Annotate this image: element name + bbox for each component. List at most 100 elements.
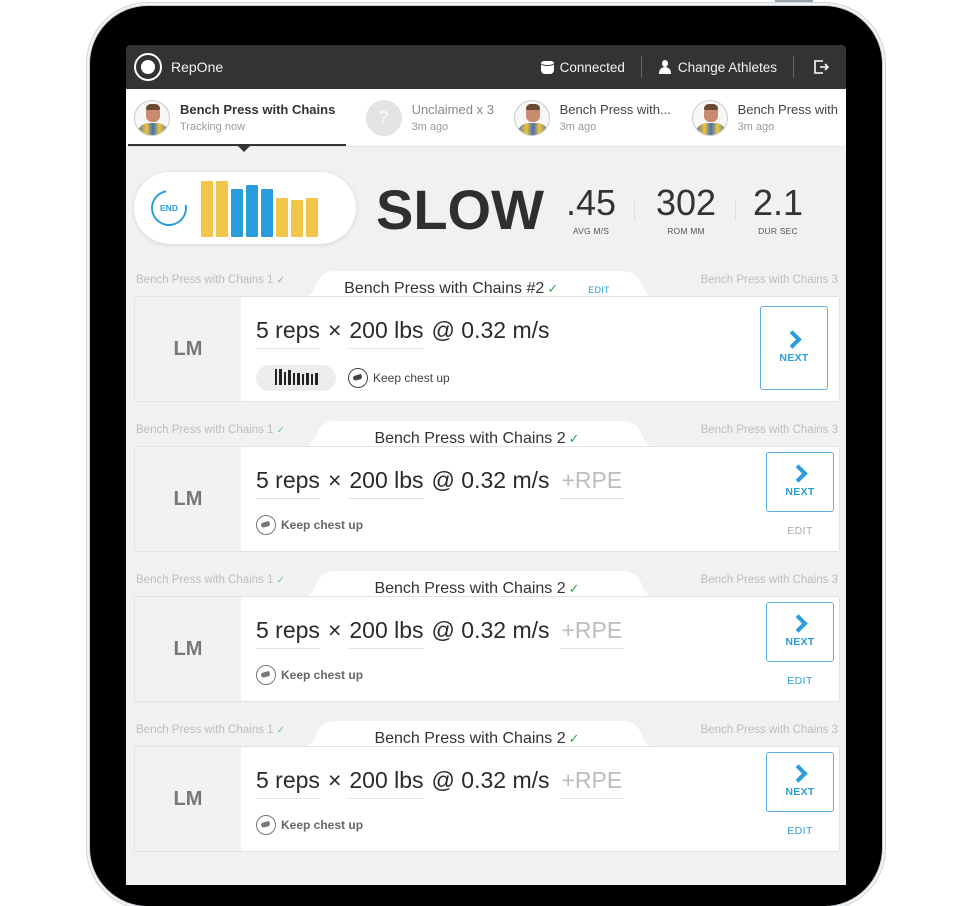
cue-whistle-icon — [256, 665, 276, 685]
cue-text: Keep chest up — [281, 818, 364, 832]
tab-title: Bench Press with Chains — [180, 102, 336, 117]
next-set-button[interactable]: NEXT — [760, 306, 828, 390]
divider — [634, 199, 635, 221]
logout-icon — [814, 60, 830, 74]
rpe-field[interactable]: +RPE — [559, 767, 625, 799]
cue-text: Keep chest up — [373, 371, 450, 385]
sensor-icon — [540, 60, 554, 74]
chevron-right-icon — [788, 463, 808, 483]
athlete-tab[interactable]: Bench Press with 3m ago — [676, 89, 846, 146]
mini-rep-bar — [279, 369, 282, 385]
set-prescription: 5 reps × 200 lbs @ 0.32 m/s — [256, 317, 550, 349]
edit-set-link[interactable]: EDIT — [766, 675, 834, 687]
cue-text: Keep chest up — [281, 518, 364, 532]
velocity-target: @ 0.32 m/s — [431, 617, 550, 643]
check-icon: ✓ — [568, 431, 580, 446]
set-block: Bench Press with Chains 1 ✓ Bench Press … — [134, 421, 840, 565]
app-name: RepOne — [171, 59, 224, 75]
stat-value: 302 — [655, 182, 717, 223]
previous-set-link[interactable]: Bench Press with Chains 1 ✓ — [136, 574, 285, 586]
rep-bar — [276, 198, 288, 237]
rep-summary: END SLOW .45 AVG M/S 302 ROM MM 2.1 DUR … — [126, 147, 846, 271]
mini-rep-bar — [292, 373, 295, 385]
divider — [735, 199, 736, 221]
athlete-tab[interactable]: ? Unclaimed x 3 3m ago — [346, 89, 496, 146]
next-set-link[interactable]: Bench Press with Chains 3 — [701, 274, 838, 286]
change-athletes-label: Change Athletes — [677, 59, 777, 75]
set-card: LM 5 reps × 200 lbs @ 0.32 m/s +RPE Keep… — [134, 596, 840, 702]
app-logo: RepOne — [134, 53, 223, 81]
coaching-cue[interactable]: Keep chest up — [256, 665, 363, 685]
athlete-tab[interactable]: Bench Press with Chains Tracking now — [126, 89, 346, 152]
rpe-field[interactable]: +RPE — [559, 617, 625, 649]
coaching-cue[interactable]: Keep chest up — [348, 368, 450, 388]
mini-rep-bar — [288, 370, 291, 385]
previous-set-link[interactable]: Bench Press with Chains 1 ✓ — [136, 274, 285, 286]
times-symbol: × — [327, 767, 342, 793]
coaching-cue[interactable]: Keep chest up — [256, 815, 363, 835]
logout-button[interactable] — [794, 58, 838, 76]
athlete-tabs: Bench Press with Chains Tracking now ? U… — [126, 89, 846, 152]
weight-field[interactable]: 200 lbs — [349, 317, 424, 349]
edit-set-link[interactable]: EDIT — [766, 525, 834, 537]
mini-rep-bar — [297, 373, 300, 385]
times-symbol: × — [327, 617, 342, 643]
weight-field[interactable]: 200 lbs — [349, 617, 424, 649]
edit-set-link[interactable]: EDIT — [766, 825, 834, 837]
velocity-target: @ 0.32 m/s — [431, 317, 550, 343]
connection-status[interactable]: Connected — [525, 60, 641, 75]
next-set-button[interactable]: NEXT — [766, 602, 834, 662]
next-set-link[interactable]: Bench Press with Chains 3 — [701, 424, 838, 436]
cue-whistle-icon — [256, 515, 276, 535]
cue-row: Keep chest up — [256, 815, 363, 835]
check-icon: ✓ — [568, 581, 580, 596]
weight-field[interactable]: 200 lbs — [349, 767, 424, 799]
app-screen: RepOne Connected Change Athletes Bench P… — [126, 45, 846, 885]
reps-field[interactable]: 5 reps — [256, 617, 320, 649]
chevron-right-icon — [782, 329, 802, 349]
device-power-button — [775, 0, 813, 3]
mini-rep-bar — [306, 373, 309, 385]
next-set-link[interactable]: Bench Press with Chains 3 — [701, 574, 838, 586]
cue-row: Keep chest up — [256, 665, 363, 685]
rep-velocity-bars — [201, 181, 321, 237]
end-label: END — [160, 203, 178, 213]
next-set-button[interactable]: NEXT — [766, 452, 834, 512]
previous-set-link[interactable]: Bench Press with Chains 1 ✓ — [136, 424, 285, 436]
athlete-initials: LM — [135, 747, 241, 851]
cue-row: Keep chest up — [256, 515, 363, 535]
mini-rep-bar — [310, 374, 313, 385]
user-icon — [658, 60, 672, 74]
athlete-tab[interactable]: Bench Press with... 3m ago — [496, 89, 676, 146]
rep-bar — [246, 185, 258, 237]
cue-row: Keep chest up — [256, 365, 450, 391]
previous-set-link[interactable]: Bench Press with Chains 1 ✓ — [136, 724, 285, 736]
check-icon: ✓ — [276, 425, 286, 436]
title-edit-link[interactable]: EDIT — [588, 285, 610, 295]
athlete-initials: LM — [135, 297, 241, 401]
chevron-right-icon — [788, 763, 808, 783]
coaching-cue[interactable]: Keep chest up — [256, 515, 363, 535]
rep-bars-pill[interactable]: END — [134, 172, 356, 244]
connection-status-label: Connected — [559, 59, 625, 75]
next-label: NEXT — [785, 635, 815, 648]
next-set-link[interactable]: Bench Press with Chains 3 — [701, 724, 838, 736]
reps-field[interactable]: 5 reps — [256, 467, 320, 499]
weight-field[interactable]: 200 lbs — [349, 467, 424, 499]
reps-field[interactable]: 5 reps — [256, 767, 320, 799]
next-set-button[interactable]: NEXT — [766, 752, 834, 812]
rpe-field[interactable]: +RPE — [559, 467, 625, 499]
reps-field[interactable]: 5 reps — [256, 317, 320, 349]
stat-duration: 2.1 DUR SEC — [748, 183, 808, 237]
rep-bar — [201, 181, 213, 237]
check-icon: ✓ — [276, 725, 286, 736]
stat-label: AVG M/S — [572, 226, 610, 236]
change-athletes-button[interactable]: Change Athletes — [642, 60, 793, 75]
set-prescription: 5 reps × 200 lbs @ 0.32 m/s +RPE — [256, 467, 625, 499]
set-prescription: 5 reps × 200 lbs @ 0.32 m/s +RPE — [256, 617, 625, 649]
tab-title: Unclaimed x 3 — [411, 102, 494, 117]
next-label: NEXT — [785, 485, 815, 498]
rep-bar — [231, 189, 243, 237]
stat-rom: 302 ROM MM — [651, 182, 721, 237]
mini-rep-bars[interactable] — [256, 365, 336, 391]
